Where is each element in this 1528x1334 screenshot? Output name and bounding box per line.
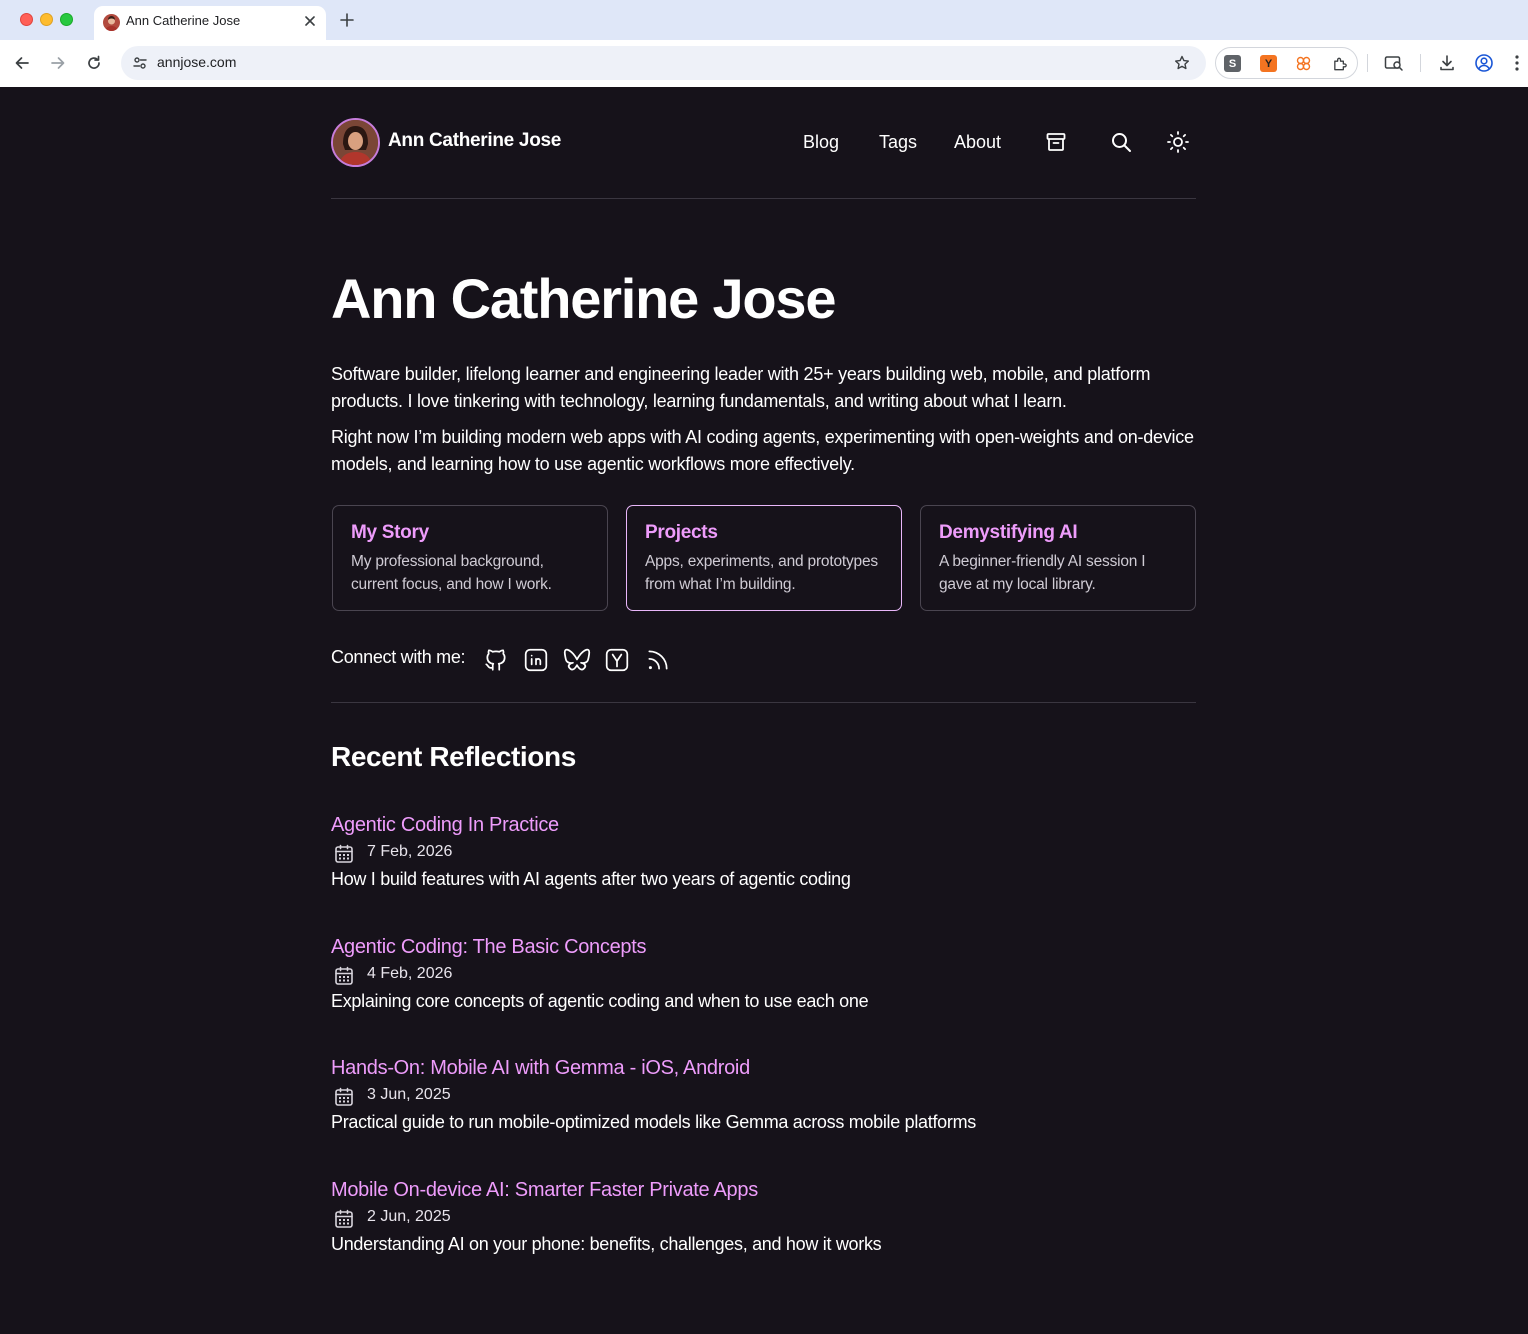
archive-icon[interactable] [1042, 128, 1070, 156]
post-date: 2 Jun, 2025 [367, 1208, 451, 1225]
bluesky-icon[interactable] [563, 646, 591, 674]
post-meta: 7 Feb, 2026 [331, 841, 1196, 865]
tab-strip: Ann Catherine Jose [0, 0, 1528, 40]
rss-icon[interactable] [644, 646, 672, 674]
nav-about[interactable]: About [954, 132, 1001, 153]
post-date: 4 Feb, 2026 [367, 965, 453, 982]
post-meta: 2 Jun, 2025 [331, 1206, 1196, 1230]
flower-extension-icon[interactable] [1295, 55, 1312, 72]
toolbar-separator [1420, 54, 1421, 72]
address-bar[interactable]: annjose.com [121, 46, 1206, 80]
close-tab-icon[interactable] [301, 12, 319, 30]
post-date: 7 Feb, 2026 [367, 843, 453, 860]
post-title-link[interactable]: Mobile On-device AI: Smarter Faster Priv… [331, 1179, 1196, 1202]
browser-chrome: Ann Catherine Jose annjose.com S Y [0, 0, 1528, 87]
toolbar-separator [1367, 54, 1368, 72]
post-item: Mobile On-device AI: Smarter Faster Priv… [331, 1179, 1196, 1255]
card-demystifying-ai[interactable]: Demystifying AI A beginner-friendly AI s… [920, 505, 1196, 611]
post-title-link[interactable]: Agentic Coding In Practice [331, 814, 1196, 837]
close-window-button[interactable] [20, 13, 33, 26]
card-title: My Story [351, 522, 429, 543]
reload-icon[interactable] [81, 50, 107, 76]
site-settings-icon[interactable] [129, 52, 151, 74]
post-item: Hands-On: Mobile AI with Gemma - iOS, An… [331, 1057, 1196, 1133]
card-title: Demystifying AI [939, 522, 1078, 543]
nav-tags[interactable]: Tags [879, 132, 917, 153]
page-title: Ann Catherine Jose [331, 267, 837, 330]
download-icon[interactable] [1434, 50, 1460, 76]
nav-blog[interactable]: Blog [803, 132, 839, 153]
browser-menu-icon[interactable] [1508, 50, 1526, 76]
post-description: How I build features with AI agents afte… [331, 869, 851, 889]
calendar-icon [335, 1209, 353, 1228]
y-extension-icon[interactable]: Y [1260, 55, 1277, 72]
search-icon[interactable] [1107, 128, 1135, 156]
linkedin-icon[interactable] [522, 646, 550, 674]
post-title-link[interactable]: Agentic Coding: The Basic Concepts [331, 936, 1196, 959]
s-extension-icon[interactable]: S [1224, 55, 1241, 72]
connect-label: Connect with me: [331, 647, 466, 667]
calendar-icon [335, 966, 353, 985]
bookmark-star-icon[interactable] [1172, 53, 1192, 73]
post-item: Agentic Coding: The Basic Concepts 4 Feb… [331, 936, 1196, 1012]
card-projects[interactable]: Projects Apps, experiments, and prototyp… [626, 505, 902, 611]
site-header: Ann Catherine Jose Blog Tags About [331, 88, 1196, 199]
extensions-puzzle-icon[interactable] [1332, 55, 1349, 72]
profile-icon[interactable] [1471, 50, 1497, 76]
post-meta: 3 Jun, 2025 [331, 1084, 1196, 1108]
post-title-link[interactable]: Hands-On: Mobile AI with Gemma - iOS, An… [331, 1057, 1196, 1080]
post-description: Understanding AI on your phone: benefits… [331, 1234, 882, 1254]
card-title: Projects [645, 522, 718, 543]
card-description: Apps, experiments, and prototypes from w… [645, 553, 878, 593]
intro-paragraph: Software builder, lifelong learner and e… [331, 364, 1151, 411]
tab-title: Ann Catherine Jose [126, 13, 241, 28]
card-description: My professional background, current focu… [351, 553, 552, 593]
card-description: A beginner-friendly AI session I gave at… [939, 553, 1146, 593]
card-my-story[interactable]: My Story My professional background, cur… [332, 505, 608, 611]
favicon-icon [103, 14, 120, 31]
post-meta: 4 Feb, 2026 [331, 963, 1196, 987]
section-divider [331, 702, 1196, 703]
post-date: 3 Jun, 2025 [367, 1086, 451, 1103]
url-text[interactable]: annjose.com [157, 54, 236, 70]
avatar[interactable] [331, 118, 380, 167]
post-description: Explaining core concepts of agentic codi… [331, 991, 869, 1011]
recent-reflections-heading: Recent Reflections [331, 741, 576, 772]
intro-paragraph: Right now I’m building modern web apps w… [331, 427, 1194, 474]
web-page: Ann Catherine Jose Blog Tags About Ann C… [0, 88, 1528, 1334]
github-icon[interactable] [482, 646, 510, 674]
forward-icon[interactable] [45, 50, 71, 76]
calendar-icon [335, 1087, 353, 1106]
calendar-icon [335, 844, 353, 863]
tab-search-icon[interactable] [1381, 50, 1407, 76]
browser-toolbar: annjose.com S Y [0, 40, 1528, 87]
extensions-group: S Y [1215, 47, 1358, 79]
post-description: Practical guide to run mobile-optimized … [331, 1112, 976, 1132]
minimize-window-button[interactable] [40, 13, 53, 26]
browser-tab[interactable]: Ann Catherine Jose [94, 6, 326, 40]
new-tab-icon[interactable] [336, 9, 358, 31]
sun-theme-icon[interactable] [1164, 128, 1192, 156]
back-icon[interactable] [9, 50, 35, 76]
hackernews-icon[interactable] [603, 646, 631, 674]
site-name-link[interactable]: Ann Catherine Jose [388, 130, 561, 152]
maximize-window-button[interactable] [60, 13, 73, 26]
post-item: Agentic Coding In Practice 7 Feb, 2026 H… [331, 814, 1196, 890]
